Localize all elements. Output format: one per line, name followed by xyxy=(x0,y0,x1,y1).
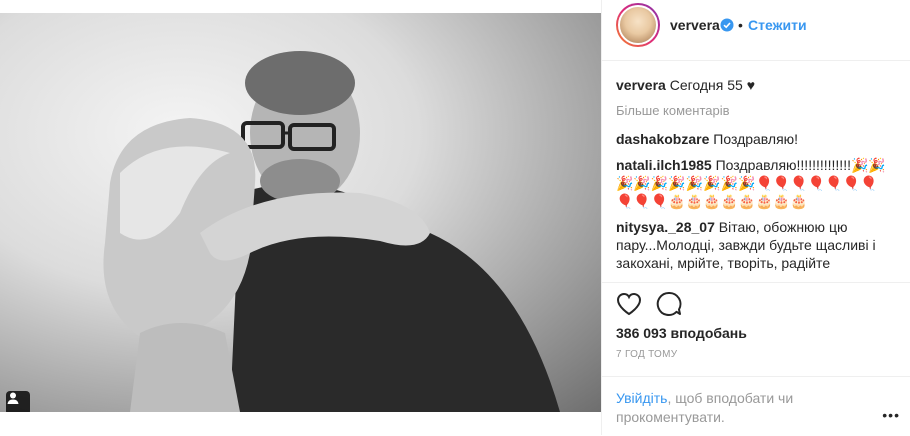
login-link[interactable]: Увійдіть xyxy=(616,390,667,406)
more-options-icon[interactable]: ••• xyxy=(882,407,900,423)
comments-list: ververa Сегодня 55 ♥ Більше коментарів d… xyxy=(616,76,886,280)
comment-username[interactable]: natali.ilch1985 xyxy=(616,157,712,173)
user-tag-icon[interactable] xyxy=(6,391,30,412)
post-photo[interactable] xyxy=(0,13,601,412)
comment-text: Поздравляю! xyxy=(713,131,799,147)
post-timestamp[interactable]: 7 ГОД ТОМУ xyxy=(616,349,677,360)
list-item: dashakobzare Поздравляю! xyxy=(616,130,886,148)
post-sidebar: ververa • Стежити ververa Сегодня 55 ♥ Б… xyxy=(602,0,910,435)
heart-icon[interactable] xyxy=(616,292,642,316)
caption: ververa Сегодня 55 ♥ xyxy=(616,76,886,94)
photo-illustration xyxy=(103,51,560,412)
list-item: natali.ilch1985 Поздравляю!!!!!!!!!!!!!!… xyxy=(616,156,886,210)
login-text: Увійдіть, щоб вподобати чи прокоментуват… xyxy=(616,389,836,427)
avatar[interactable] xyxy=(616,3,660,47)
verified-badge-icon xyxy=(720,18,734,32)
login-prompt: Увійдіть, щоб вподобати чи прокоментуват… xyxy=(602,376,910,436)
caption-text: Сегодня 55 ♥ xyxy=(669,77,756,93)
action-bar xyxy=(602,282,910,321)
follow-button[interactable]: Стежити xyxy=(748,17,807,33)
comment-icon[interactable] xyxy=(656,291,682,317)
likes-count[interactable]: 386 093 вподобань xyxy=(616,325,747,341)
more-comments-link[interactable]: Більше коментарів xyxy=(616,102,886,120)
caption-username[interactable]: ververa xyxy=(616,77,666,93)
comment-username[interactable]: nitysya._28_07 xyxy=(616,219,715,235)
comment-username[interactable]: dashakobzare xyxy=(616,131,709,147)
header-separator: • xyxy=(738,17,743,33)
header-username[interactable]: ververa xyxy=(670,17,720,33)
post-header: ververa • Стежити xyxy=(602,0,910,61)
list-item: nitysya._28_07 Вітаю, обожнюю цю пару...… xyxy=(616,218,886,272)
